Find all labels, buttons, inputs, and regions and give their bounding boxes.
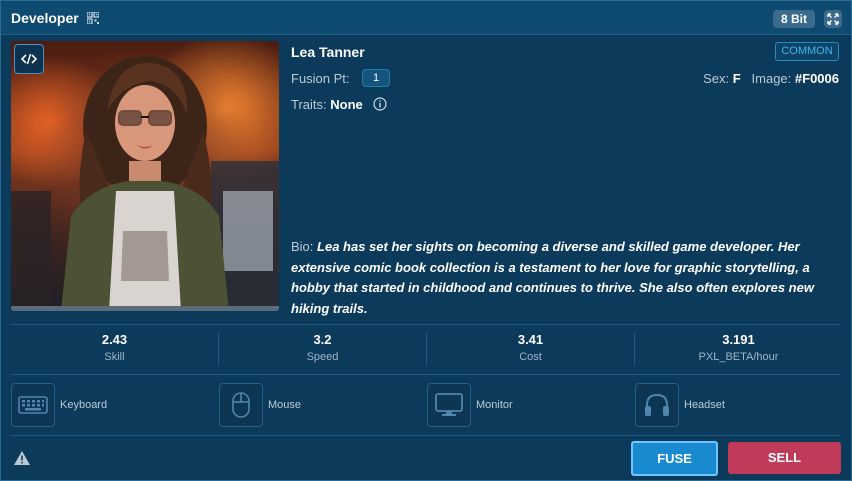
code-icon	[21, 53, 37, 65]
title-bar: Developer 8 Bit	[1, 1, 851, 35]
slot-box[interactable]	[11, 383, 55, 427]
stat-value: 3.2	[313, 332, 332, 347]
stat-earnings: 3.191 PXL_BETA/hour	[635, 332, 842, 363]
fuse-button[interactable]: FUSE	[631, 441, 718, 476]
rarity-badge: COMMON	[775, 42, 839, 61]
headset-icon	[645, 393, 669, 416]
sex-value: F	[732, 71, 741, 86]
warning-icon[interactable]	[13, 450, 31, 466]
monitor-icon	[435, 393, 463, 416]
traits: Traits: None	[291, 97, 363, 112]
keyboard-icon	[18, 396, 48, 414]
slot-label: Keyboard	[60, 399, 108, 411]
divider	[11, 374, 841, 375]
bio-label: Bio:	[291, 239, 314, 254]
stat-label: Skill	[104, 351, 125, 363]
qr-code-icon[interactable]	[87, 12, 99, 24]
tier-badge: 8 Bit	[773, 10, 815, 28]
stat-value: 3.191	[722, 332, 755, 347]
bio: Bio: Lea has set her sights on becoming …	[291, 237, 841, 319]
stat-skill: 2.43 Skill	[11, 332, 218, 363]
fusion-points-label: Fusion Pt:	[291, 71, 350, 86]
stat-cost: 3.41 Cost	[427, 332, 634, 363]
stat-value: 3.41	[517, 332, 544, 347]
slot-box[interactable]	[635, 383, 679, 427]
slot-label: Mouse	[268, 399, 302, 411]
character-portrait	[11, 41, 279, 311]
divider	[11, 324, 841, 325]
stat-label: Cost	[519, 351, 542, 363]
stat-label: PXL_BETA/hour	[698, 351, 779, 363]
sell-button[interactable]: SELL	[728, 442, 841, 474]
fusion-points-value: 1	[362, 69, 390, 87]
divider	[11, 435, 841, 436]
info-icon[interactable]	[373, 97, 387, 111]
traits-label: Traits:	[291, 97, 327, 112]
stat-label: Speed	[306, 351, 339, 363]
stat-speed: 3.2 Speed	[219, 332, 426, 363]
slot-label: Monitor	[476, 399, 513, 411]
mouse-icon	[232, 392, 250, 418]
slot-box[interactable]	[427, 383, 471, 427]
slot-box[interactable]	[219, 383, 263, 427]
image-label: Image:	[751, 71, 792, 86]
traits-value: None	[330, 97, 363, 112]
image-id: #F0006	[794, 71, 839, 86]
character-name: Lea Tanner	[291, 44, 365, 60]
slot-label: Headset	[684, 399, 725, 411]
stat-value: 2.43	[101, 332, 128, 347]
card-title: Developer	[11, 10, 79, 26]
bio-text: Lea has set her sights on becoming a div…	[291, 239, 814, 316]
character-meta: Sex: F Image: #F0006	[703, 71, 839, 86]
expand-icon	[827, 13, 839, 25]
code-badge[interactable]	[14, 44, 44, 74]
expand-button[interactable]	[824, 10, 842, 28]
sex-label: Sex:	[703, 71, 730, 86]
developer-card: Developer 8 Bit Lea Tanner COMMON Fusion…	[0, 0, 852, 481]
